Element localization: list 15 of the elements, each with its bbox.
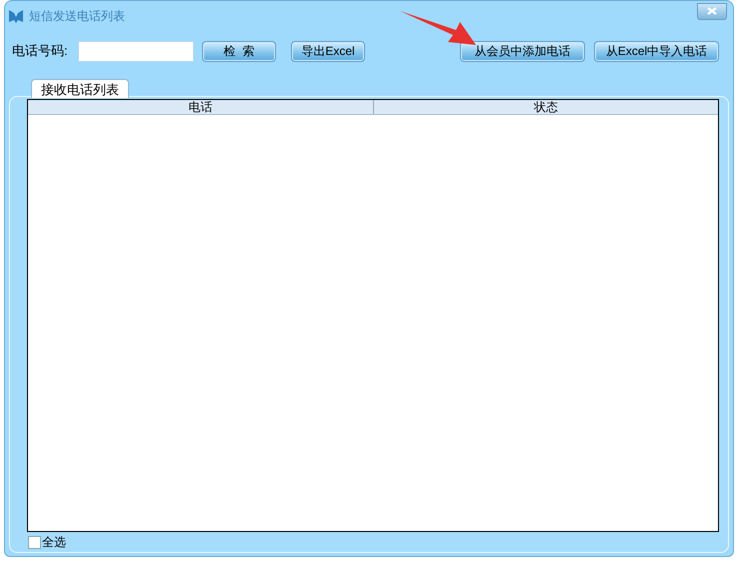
- select-all-checkbox[interactable]: [28, 536, 41, 548]
- tab[interactable]: 接收电话列表: [31, 79, 129, 98]
- close-button[interactable]: [697, 2, 727, 20]
- logo-icon: [8, 8, 24, 24]
- toolbar-button[interactable]: 导出Excel: [291, 40, 365, 62]
- phone-input-field[interactable]: [78, 40, 194, 62]
- select-all-label: 全选: [42, 534, 66, 551]
- phone-label: 电话号码:: [12, 42, 69, 60]
- toolbar-button[interactable]: 检 索: [202, 40, 276, 62]
- toolbar-button[interactable]: 从会员中添加电话: [460, 40, 585, 62]
- window-title: 短信发送电话列表: [29, 8, 125, 25]
- close-icon: [707, 7, 717, 15]
- column-header[interactable]: 电话: [28, 100, 372, 114]
- toolbar-button[interactable]: 从Excel中导入电话: [594, 40, 719, 62]
- column-header[interactable]: 状态: [372, 100, 718, 114]
